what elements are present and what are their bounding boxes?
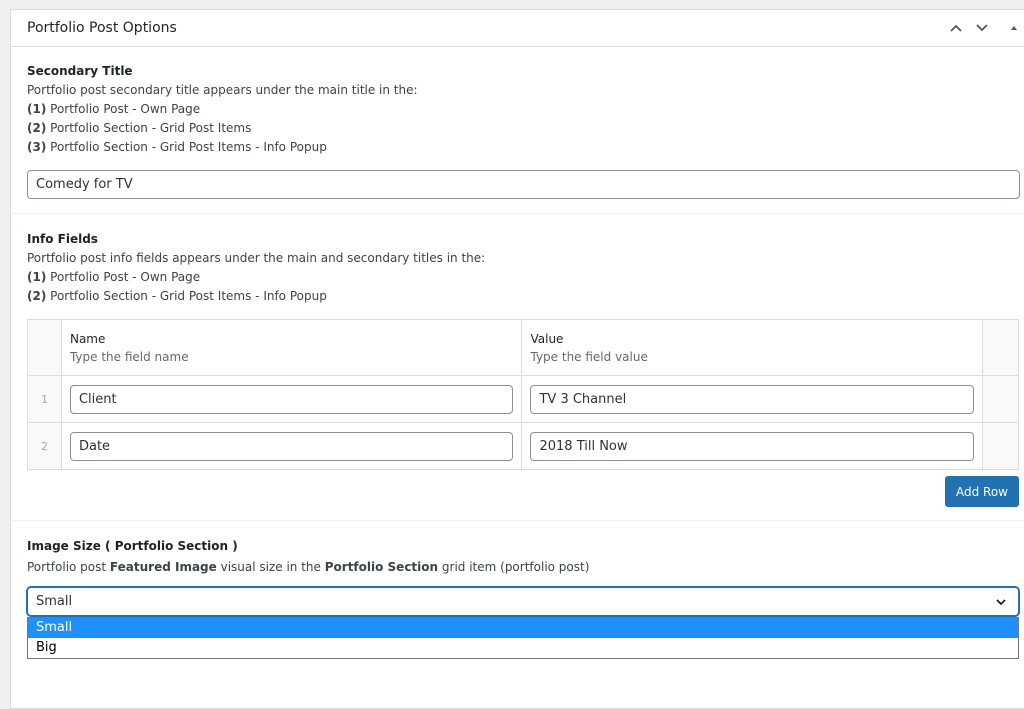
column-label: Value (530, 332, 564, 346)
field-value-input[interactable]: 2018 Till Now (530, 431, 975, 461)
postbox-title: Portfolio Post Options (27, 20, 177, 36)
option-big[interactable]: Big (28, 638, 1018, 658)
table-row: 1 Client TV 3 Channel (27, 375, 1019, 423)
chevron-down-icon (976, 24, 988, 32)
info-fields-label: Info Fields (27, 232, 98, 246)
collapse-triangle-icon (1011, 26, 1017, 30)
move-up-button[interactable] (947, 19, 965, 37)
secondary-title-section: Secondary Title Portfolio post secondary… (27, 64, 418, 157)
row-index[interactable]: 1 (27, 375, 62, 423)
toggle-panel-button[interactable] (1005, 19, 1023, 37)
selected-value: Small (36, 594, 73, 609)
column-hint: Type the field value (530, 350, 648, 364)
table-row: 2 Date 2018 Till Now (27, 422, 1019, 470)
chevron-down-icon (996, 599, 1006, 606)
description-intro: Portfolio post info fields appears under… (27, 251, 486, 265)
image-size-section: Image Size ( Portfolio Section ) Portfol… (27, 539, 589, 577)
option-small[interactable]: Small (28, 618, 1018, 638)
info-fields-section: Info Fields Portfolio post info fields a… (27, 232, 485, 306)
description-line: (1) Portfolio Post - Own Page (27, 102, 201, 116)
row-actions[interactable] (982, 422, 1019, 470)
field-name-input[interactable]: Client (69, 384, 514, 414)
add-row-button[interactable]: Add Row (945, 476, 1019, 507)
divider (11, 520, 1024, 521)
field-name-input[interactable]: Date (69, 431, 514, 461)
image-size-options: Small Big (27, 617, 1019, 659)
postbox-header: Portfolio Post Options (11, 10, 1024, 47)
info-fields-table: Name Type the field name Value Type the … (27, 319, 1019, 470)
move-down-button[interactable] (973, 19, 991, 37)
chevron-up-icon (950, 24, 962, 32)
value-column-header: Value Type the field value (521, 319, 984, 376)
index-header (27, 319, 62, 376)
image-size-description: Portfolio post Featured Image visual siz… (27, 560, 590, 574)
description-line: (1) Portfolio Post - Own Page (27, 270, 201, 284)
row-actions-header (982, 319, 1019, 376)
description-line: (3) Portfolio Section - Grid Post Items … (27, 140, 327, 154)
description-line: (2) Portfolio Section - Grid Post Items (27, 121, 252, 135)
table-header-row: Name Type the field name Value Type the … (27, 319, 1019, 376)
field-value-input[interactable]: TV 3 Channel (530, 384, 975, 414)
secondary-title-description: Portfolio post secondary title appears u… (27, 81, 418, 157)
column-label: Name (69, 332, 106, 346)
row-index[interactable]: 2 (27, 422, 62, 470)
secondary-title-label: Secondary Title (27, 64, 133, 78)
secondary-title-input[interactable]: Comedy for TV (27, 170, 1020, 199)
divider (11, 213, 1024, 214)
row-actions[interactable] (982, 375, 1019, 423)
column-hint: Type the field name (69, 350, 189, 364)
image-size-label: Image Size ( Portfolio Section ) (27, 539, 238, 553)
description-line: (2) Portfolio Section - Grid Post Items … (27, 289, 327, 303)
info-fields-description: Portfolio post info fields appears under… (27, 249, 485, 306)
image-size-select[interactable]: Small (27, 587, 1019, 616)
name-column-header: Name Type the field name (60, 319, 523, 376)
description-intro: Portfolio post secondary title appears u… (27, 83, 418, 97)
